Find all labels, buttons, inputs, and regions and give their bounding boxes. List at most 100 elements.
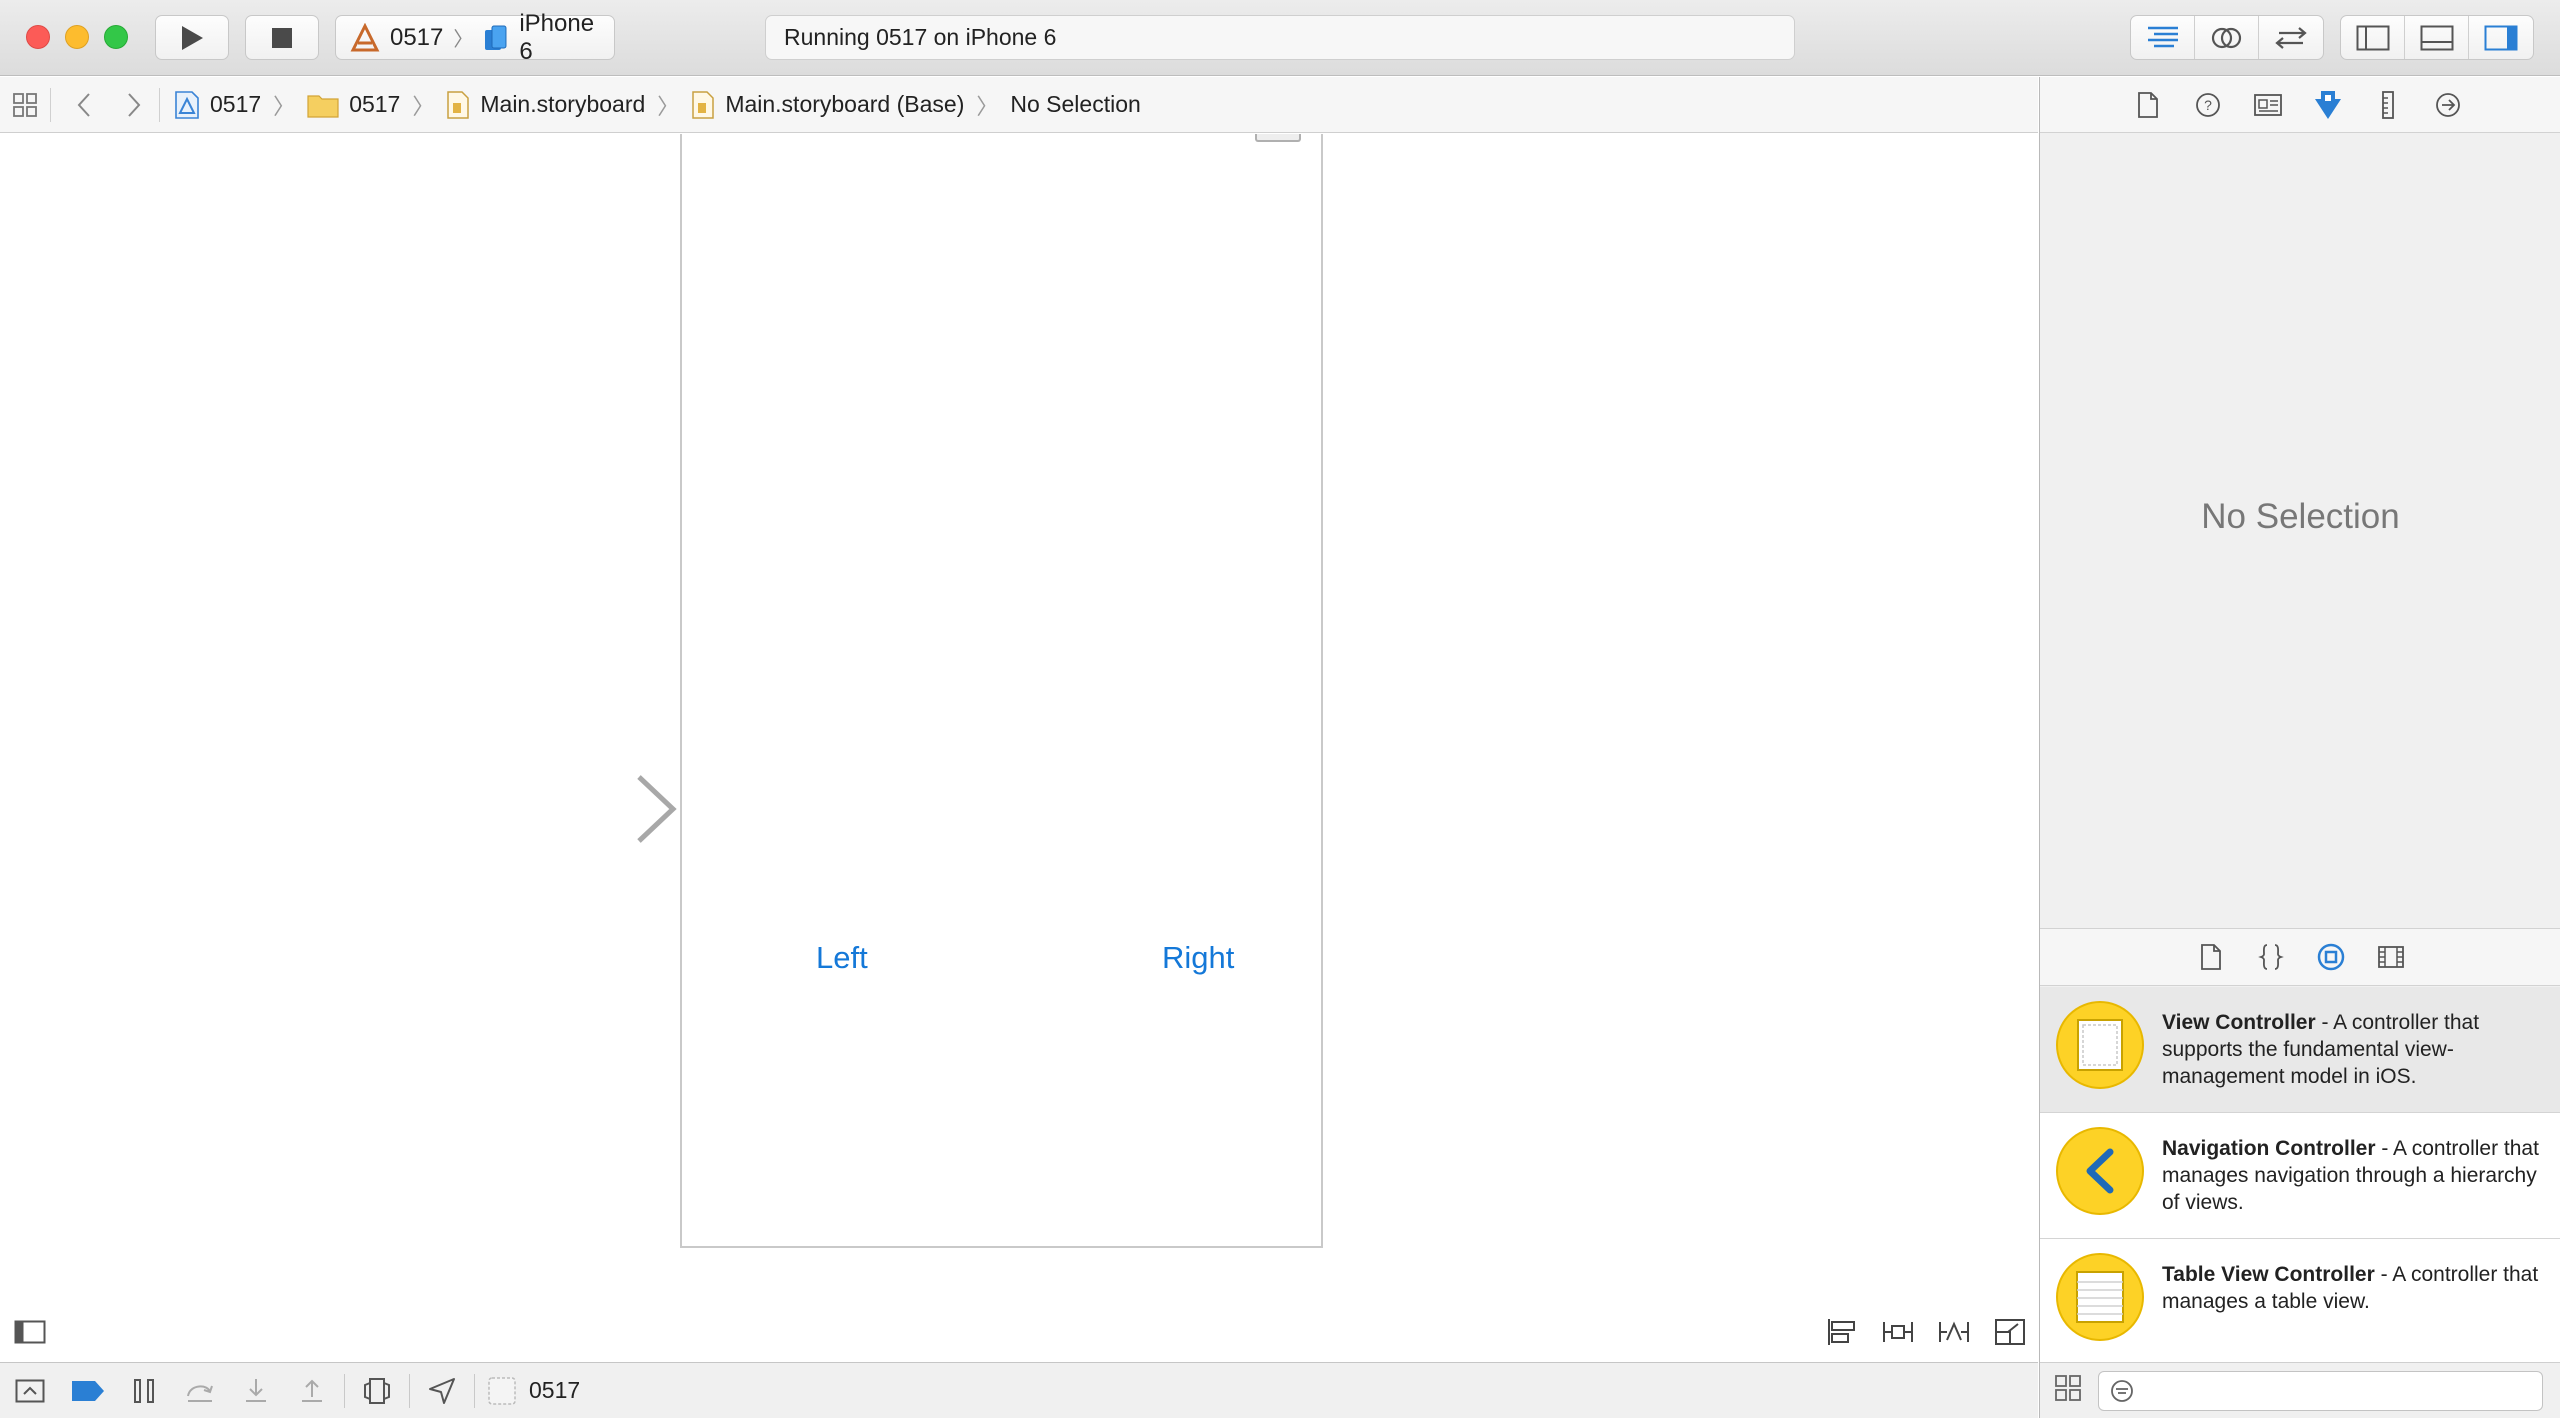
step-over-icon — [187, 1385, 213, 1402]
identity-inspector-tab[interactable] — [2250, 87, 2286, 123]
editor-mode-control — [2130, 15, 2324, 60]
minimize-window-button[interactable] — [65, 25, 89, 49]
list-item-title: Table View Controller — [2162, 1263, 2375, 1286]
breadcrumb-group[interactable]: 0517 — [307, 91, 400, 118]
related-items-button[interactable] — [0, 92, 50, 118]
stop-button[interactable] — [245, 15, 319, 60]
back-button[interactable] — [59, 92, 109, 118]
table-view-controller-icon — [2056, 1253, 2144, 1341]
resizing-icon — [1995, 1319, 2025, 1345]
list-item-text: Table View Controller - A controller tha… — [2162, 1253, 2551, 1315]
scheme-target-label: 0517 — [389, 23, 444, 51]
inspector-selector-bar: ? — [2040, 77, 2560, 133]
library-filter-input[interactable] — [2098, 1370, 2543, 1411]
forward-button[interactable] — [109, 92, 159, 118]
library-filter-bar — [2040, 1362, 2560, 1418]
step-into-icon — [246, 1378, 266, 1402]
list-item-title: View Controller — [2162, 1011, 2316, 1034]
view-controller-scene[interactable] — [680, 134, 1323, 1248]
list-item-view-controller[interactable]: View Controller - A controller that supp… — [2040, 987, 2560, 1113]
version-editor-button[interactable] — [2259, 16, 2323, 59]
object-library-tab[interactable] — [2313, 939, 2349, 975]
pause-button[interactable] — [116, 1363, 172, 1418]
divider — [344, 1373, 345, 1408]
media-library-tab[interactable] — [2373, 939, 2409, 975]
size-inspector-tab[interactable] — [2370, 87, 2406, 123]
connections-arrow-icon — [2436, 92, 2460, 117]
close-window-button[interactable] — [26, 25, 50, 49]
list-item-table-view-controller[interactable]: Table View Controller - A controller tha… — [2040, 1239, 2560, 1365]
activity-viewer: Running 0517 on iPhone 6 — [765, 15, 1795, 60]
storyboard-file-icon — [447, 90, 470, 119]
auto-layout-tools — [1824, 1314, 2028, 1350]
pin-button[interactable] — [1880, 1314, 1916, 1350]
zoom-window-button[interactable] — [104, 25, 128, 49]
step-into-button[interactable] — [228, 1363, 284, 1418]
align-button[interactable] — [1824, 1314, 1860, 1350]
run-button[interactable] — [155, 15, 229, 60]
hide-debug-area-button[interactable] — [0, 1363, 60, 1418]
navigation-controller-icon — [2056, 1127, 2144, 1215]
help-icon: ? — [2196, 92, 2220, 117]
step-over-button[interactable] — [172, 1363, 228, 1418]
toggle-navigator-button[interactable] — [2341, 16, 2405, 59]
divider — [474, 1373, 475, 1408]
resizing-behavior-button[interactable] — [1992, 1314, 2028, 1350]
breadcrumb-project[interactable]: 0517 — [174, 90, 261, 120]
list-item-text: View Controller - A controller that supp… — [2162, 1001, 2551, 1090]
object-library-list: View Controller - A controller that supp… — [2040, 987, 2560, 1365]
breadcrumb-label: Main.storyboard (Base) — [725, 91, 965, 117]
step-out-button[interactable] — [284, 1363, 340, 1418]
version-editor-icon — [2275, 26, 2307, 49]
breadcrumb-label: 0517 — [349, 91, 401, 117]
debug-area-icon — [15, 1379, 45, 1402]
document-outline-toggle[interactable] — [14, 1320, 46, 1349]
svg-text:?: ? — [2204, 97, 2212, 113]
breadcrumb-separator: 〉 — [657, 93, 680, 119]
step-out-icon — [302, 1379, 322, 1402]
attributes-inspector-tab[interactable] — [2310, 87, 2346, 123]
play-icon — [182, 25, 203, 50]
scheme-device-label: iPhone 6 — [519, 9, 595, 65]
simulate-location-button[interactable] — [414, 1363, 470, 1418]
resolve-issues-button[interactable] — [1936, 1314, 1972, 1350]
outline-panel-icon — [14, 1320, 46, 1344]
assistant-editor-button[interactable] — [2195, 16, 2259, 59]
process-selector[interactable]: 0517 — [479, 1376, 580, 1406]
breakpoints-toggle-button[interactable] — [60, 1363, 116, 1418]
standard-editor-button[interactable] — [2131, 16, 2195, 59]
scene-resize-handle[interactable] — [1255, 134, 1301, 142]
debug-view-hierarchy-button[interactable] — [349, 1363, 405, 1418]
toggle-utilities-button[interactable] — [2469, 16, 2533, 59]
right-button[interactable]: Right — [1162, 940, 1234, 976]
breadcrumb-label: No Selection — [1010, 91, 1141, 117]
breadcrumb-storyboard-base[interactable]: Main.storyboard (Base) — [691, 90, 964, 120]
code-snippet-library-tab[interactable] — [2253, 939, 2289, 975]
storyboard-canvas[interactable]: Left Right — [0, 134, 2038, 1362]
breadcrumb-storyboard[interactable]: Main.storyboard — [446, 90, 645, 120]
list-item-navigation-controller[interactable]: Navigation Controller - A controller tha… — [2040, 1113, 2560, 1239]
window-toolbar: 0517 〉 iPhone 6 Running 0517 on iPhone 6 — [0, 0, 2560, 76]
toggle-debug-area-button[interactable] — [2405, 16, 2469, 59]
library-view-mode-button[interactable] — [2054, 1374, 2082, 1407]
app-target-icon — [350, 22, 380, 51]
breadcrumb-selection[interactable]: No Selection — [1010, 91, 1140, 118]
folder-icon — [307, 94, 339, 118]
file-template-library-tab[interactable] — [2193, 939, 2229, 975]
scheme-selector[interactable]: 0517 〉 iPhone 6 — [335, 10, 615, 65]
debug-bar: 0517 — [0, 1362, 2038, 1418]
process-name: 0517 — [529, 1377, 581, 1403]
file-inspector-tab[interactable] — [2130, 87, 2166, 123]
chevron-left-icon — [77, 92, 90, 117]
divider — [159, 87, 160, 122]
quick-help-tab[interactable]: ? — [2190, 87, 2226, 123]
breadcrumb-separator: 〉 — [412, 93, 435, 119]
process-icon — [488, 1376, 516, 1405]
connections-inspector-tab[interactable] — [2430, 87, 2466, 123]
initial-view-controller-arrow-icon[interactable] — [485, 774, 680, 844]
left-panel-icon — [2356, 25, 2389, 50]
chevron-right-icon: 〉 — [453, 29, 474, 51]
assistant-editor-icon — [2211, 27, 2241, 48]
view-toggle-control — [2340, 15, 2534, 60]
left-button[interactable]: Left — [816, 940, 868, 976]
